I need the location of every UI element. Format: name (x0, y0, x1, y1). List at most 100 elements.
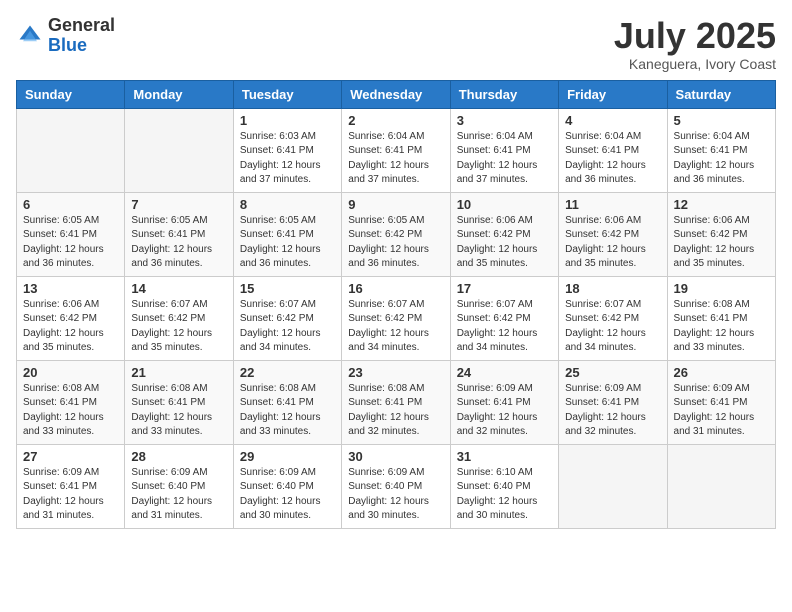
day-info: Sunrise: 6:10 AMSunset: 6:40 PMDaylight:… (457, 466, 552, 524)
title-block: July 2025 Kaneguera, Ivory Coast (614, 16, 776, 72)
calendar-header-wednesday: Wednesday (342, 80, 450, 108)
day-info: Sunrise: 6:06 AMSunset: 6:42 PMDaylight:… (23, 298, 118, 356)
sunrise-text: Sunrise: 6:04 AM (348, 131, 424, 142)
calendar-header-row: SundayMondayTuesdayWednesdayThursdayFrid… (17, 80, 776, 108)
sunrise-text: Sunrise: 6:05 AM (131, 215, 207, 226)
sunrise-text: Sunrise: 6:06 AM (565, 215, 641, 226)
sunset-text: Sunset: 6:40 PM (457, 481, 531, 492)
daylight-text: Daylight: 12 hours and 33 minutes. (131, 412, 212, 438)
sunset-text: Sunset: 6:41 PM (240, 229, 314, 240)
logo-general-text: General (48, 15, 115, 35)
calendar-cell: 20Sunrise: 6:08 AMSunset: 6:41 PMDayligh… (17, 360, 125, 444)
sunrise-text: Sunrise: 6:09 AM (674, 383, 750, 394)
day-info: Sunrise: 6:07 AMSunset: 6:42 PMDaylight:… (457, 298, 552, 356)
day-info: Sunrise: 6:09 AMSunset: 6:41 PMDaylight:… (23, 466, 118, 524)
daylight-text: Daylight: 12 hours and 36 minutes. (23, 244, 104, 270)
calendar-cell: 31Sunrise: 6:10 AMSunset: 6:40 PMDayligh… (450, 444, 558, 528)
sunrise-text: Sunrise: 6:07 AM (131, 299, 207, 310)
sunset-text: Sunset: 6:42 PM (457, 313, 531, 324)
sunset-text: Sunset: 6:41 PM (348, 145, 422, 156)
day-info: Sunrise: 6:07 AMSunset: 6:42 PMDaylight:… (565, 298, 660, 356)
calendar-header-monday: Monday (125, 80, 233, 108)
sunrise-text: Sunrise: 6:07 AM (457, 299, 533, 310)
daylight-text: Daylight: 12 hours and 37 minutes. (348, 160, 429, 186)
sunrise-text: Sunrise: 6:06 AM (457, 215, 533, 226)
day-number: 13 (23, 281, 118, 296)
day-number: 18 (565, 281, 660, 296)
calendar-cell: 19Sunrise: 6:08 AMSunset: 6:41 PMDayligh… (667, 276, 775, 360)
calendar-cell: 13 Sunrise: 6:06 AMSunset: 6:42 PMDayligh… (17, 276, 125, 360)
day-number: 17 (457, 281, 552, 296)
day-number: 9 (348, 197, 443, 212)
sunrise-text: Sunrise: 6:05 AM (23, 215, 99, 226)
calendar-cell (667, 444, 775, 528)
sunset-text: Sunset: 6:42 PM (240, 313, 314, 324)
daylight-text: Daylight: 12 hours and 36 minutes. (131, 244, 212, 270)
sunrise-text: Sunrise: 6:08 AM (348, 383, 424, 394)
day-info: Sunrise: 6:08 AMSunset: 6:41 PMDaylight:… (674, 298, 769, 356)
calendar-cell: 5Sunrise: 6:04 AMSunset: 6:41 PMDaylight… (667, 108, 775, 192)
day-info: Sunrise: 6:05 AMSunset: 6:41 PMDaylight:… (131, 214, 226, 272)
day-number: 27 (23, 449, 118, 464)
calendar-cell: 25 Sunrise: 6:09 AMSunset: 6:41 PMDayligh… (559, 360, 667, 444)
calendar-week-row: 27 Sunrise: 6:09 AM Sunset: 6:41 PM Dayligh… (17, 444, 776, 528)
day-info: Sunrise: 6:09 AMSunset: 6:41 PMDaylight:… (674, 382, 769, 440)
sunrise-text: Sunrise: 6:05 AM (240, 215, 316, 226)
calendar-cell: 18 Sunrise: 6:07 AMSunset: 6:42 PMDayligh… (559, 276, 667, 360)
sunrise-text: Sunrise: 6:08 AM (240, 383, 316, 394)
day-number: 25 (565, 365, 660, 380)
calendar-week-row: 20Sunrise: 6:08 AMSunset: 6:41 PMDayligh… (17, 360, 776, 444)
calendar-cell: 3Sunrise: 6:04 AMSunset: 6:41 PMDaylight… (450, 108, 558, 192)
day-info: Sunrise: 6:07 AMSunset: 6:42 PMDaylight:… (240, 298, 335, 356)
location: Kaneguera, Ivory Coast (614, 56, 776, 72)
sunset-text: Sunset: 6:41 PM (240, 397, 314, 408)
day-info: Sunrise: 6:09 AMSunset: 6:41 PMDaylight:… (565, 382, 660, 440)
day-number: 30 (348, 449, 443, 464)
sunset-text: Sunset: 6:42 PM (674, 229, 748, 240)
sunset-text: Sunset: 6:42 PM (565, 313, 639, 324)
day-info: Sunrise: 6:08 AMSunset: 6:41 PMDaylight:… (240, 382, 335, 440)
day-number: 2 (348, 113, 443, 128)
day-info: Sunrise: 6:08 AMSunset: 6:41 PMDaylight:… (131, 382, 226, 440)
day-number: 10 (457, 197, 552, 212)
sunrise-text: Sunrise: 6:08 AM (23, 383, 99, 394)
sunset-text: Sunset: 6:41 PM (240, 145, 314, 156)
sunrise-text: Sunrise: 6:08 AM (131, 383, 207, 394)
calendar-cell: 22Sunrise: 6:08 AMSunset: 6:41 PMDayligh… (233, 360, 341, 444)
day-info: Sunrise: 6:03 AMSunset: 6:41 PMDaylight:… (240, 130, 335, 188)
sunrise-text: Sunrise: 6:04 AM (674, 131, 750, 142)
calendar-cell: 24Sunrise: 6:09 AMSunset: 6:41 PMDayligh… (450, 360, 558, 444)
daylight-text: Daylight: 12 hours and 34 minutes. (348, 328, 429, 354)
calendar-cell: 9Sunrise: 6:05 AMSunset: 6:42 PMDaylight… (342, 192, 450, 276)
daylight-text: Daylight: 12 hours and 30 minutes. (457, 496, 538, 522)
calendar-header-friday: Friday (559, 80, 667, 108)
sunset-text: Sunset: 6:41 PM (23, 481, 97, 492)
calendar-cell: 15Sunrise: 6:07 AMSunset: 6:42 PMDayligh… (233, 276, 341, 360)
sunset-text: Sunset: 6:41 PM (23, 397, 97, 408)
calendar-header-saturday: Saturday (667, 80, 775, 108)
day-info: Sunrise: 6:04 AMSunset: 6:41 PMDaylight:… (565, 130, 660, 188)
daylight-text: Daylight: 12 hours and 30 minutes. (348, 496, 429, 522)
sunrise-text: Sunrise: 6:07 AM (240, 299, 316, 310)
day-number: 12 (674, 197, 769, 212)
day-info: Sunrise: 6:07 AMSunset: 6:42 PMDaylight:… (348, 298, 443, 356)
sunrise-text: Sunrise: 6:04 AM (565, 131, 641, 142)
daylight-text: Daylight: 12 hours and 33 minutes. (23, 412, 104, 438)
day-info: Sunrise: 6:04 AMSunset: 6:41 PMDaylight:… (457, 130, 552, 188)
sunrise-text: Sunrise: 6:07 AM (348, 299, 424, 310)
calendar-cell: 28Sunrise: 6:09 AMSunset: 6:40 PMDayligh… (125, 444, 233, 528)
sunset-text: Sunset: 6:41 PM (565, 397, 639, 408)
day-number: 6 (23, 197, 118, 212)
daylight-text: Daylight: 12 hours and 30 minutes. (240, 496, 321, 522)
calendar-cell: 26Sunrise: 6:09 AMSunset: 6:41 PMDayligh… (667, 360, 775, 444)
day-info: Sunrise: 6:07 AMSunset: 6:42 PMDaylight:… (131, 298, 226, 356)
day-info: Sunrise: 6:06 AMSunset: 6:42 PMDaylight:… (674, 214, 769, 272)
sunset-text: Sunset: 6:41 PM (674, 145, 748, 156)
calendar-cell: 2 Sunrise: 6:04 AM Sunset: 6:41 PM Daylight… (342, 108, 450, 192)
sunrise-text: Sunrise: 6:09 AM (23, 467, 99, 478)
sunrise-text: Sunrise: 6:04 AM (457, 131, 533, 142)
sunset-text: Sunset: 6:41 PM (565, 145, 639, 156)
daylight-text: Daylight: 12 hours and 36 minutes. (674, 160, 755, 186)
calendar-header-sunday: Sunday (17, 80, 125, 108)
sunrise-text: Sunrise: 6:06 AM (23, 299, 99, 310)
